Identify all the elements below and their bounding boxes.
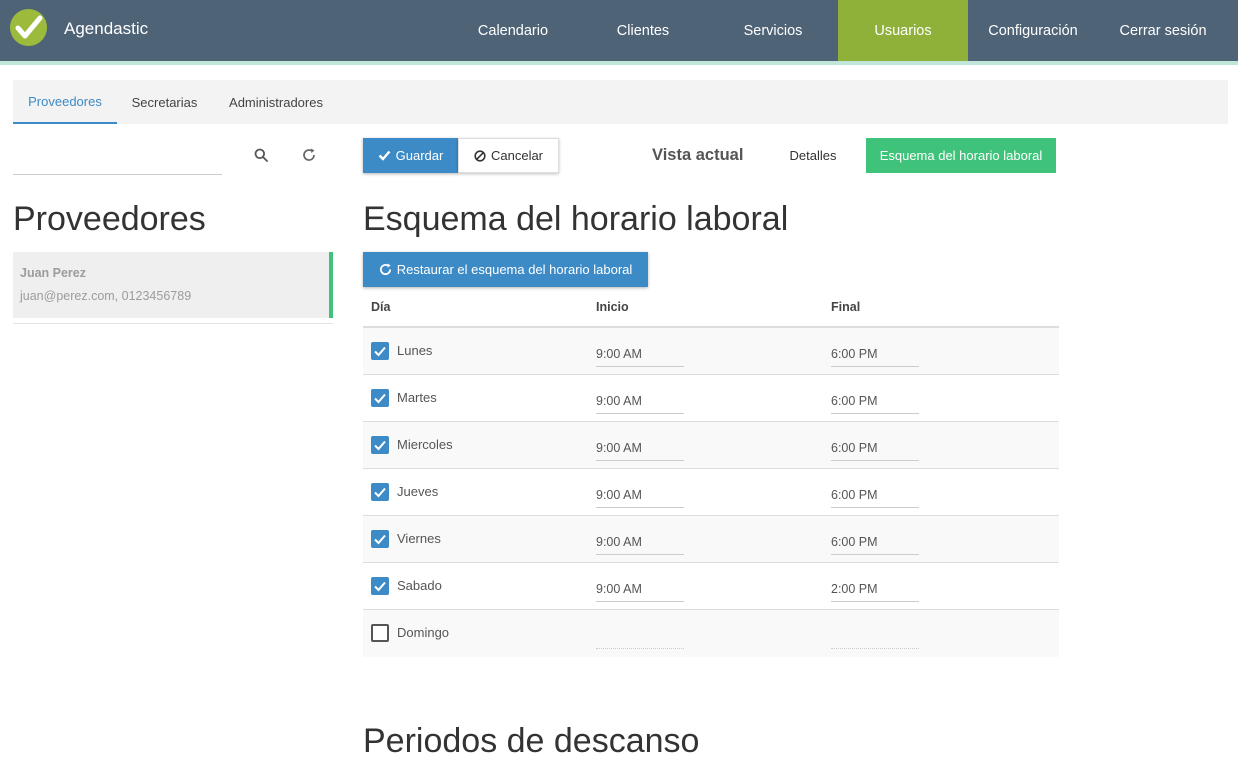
header-divider [0, 61, 1238, 65]
nav-cerrar-sesion[interactable]: Cerrar sesión [1098, 0, 1228, 61]
start-time-input[interactable]: 9:00 AM [596, 530, 684, 555]
tab-proveedores[interactable]: Proveedores [13, 80, 117, 124]
nav-configuracion[interactable]: Configuración [968, 0, 1098, 61]
day-checkbox[interactable] [371, 342, 389, 360]
current-view-label: Vista actual [652, 146, 744, 164]
search-icon[interactable] [251, 145, 271, 165]
column-header-end: Final [831, 300, 861, 314]
table-row: Lunes 9:00 AM 6:00 PM [363, 328, 1059, 375]
start-time-input[interactable]: 9:00 AM [596, 436, 684, 461]
start-time-input[interactable]: 9:00 AM [596, 577, 684, 602]
table-row: Jueves 9:00 AM 6:00 PM [363, 469, 1059, 516]
day-checkbox[interactable] [371, 389, 389, 407]
table-row: Martes 9:00 AM 6:00 PM [363, 375, 1059, 422]
day-label: Domingo [397, 625, 450, 640]
table-row: Sabado 9:00 AM 2:00 PM [363, 563, 1059, 610]
reset-schedule-button[interactable]: Restaurar el esquema del horario laboral [363, 252, 648, 287]
end-time-input[interactable]: 6:00 PM [831, 389, 919, 414]
schedule-heading: Esquema del horario laboral [363, 200, 789, 238]
refresh-icon[interactable] [299, 145, 319, 165]
start-time-input[interactable]: 9:00 AM [596, 389, 684, 414]
end-time-input[interactable]: 6:00 PM [831, 342, 919, 367]
checkmark-logo-icon[interactable] [10, 9, 47, 46]
provider-search-input[interactable] [13, 135, 222, 175]
save-button-label: Guardar [395, 148, 444, 163]
provider-name: Juan Perez [20, 266, 87, 280]
schedule-view-button[interactable]: Esquema del horario laboral [866, 138, 1056, 173]
tab-secretarias[interactable]: Secretarias [117, 80, 212, 124]
end-time-input[interactable] [831, 624, 919, 649]
provider-contact: juan@perez.com, 0123456789 [20, 289, 192, 303]
day-label: Martes [397, 390, 437, 405]
cancel-button[interactable]: Cancelar [458, 138, 559, 173]
day-checkbox[interactable] [371, 530, 389, 548]
reset-schedule-label: Restaurar el esquema del horario laboral [396, 262, 633, 277]
ban-icon [474, 149, 486, 162]
start-time-input[interactable] [596, 624, 684, 649]
nav-clientes[interactable]: Clientes [578, 0, 708, 61]
day-checkbox[interactable] [371, 436, 389, 454]
refresh-icon [379, 263, 391, 276]
start-time-input[interactable]: 9:00 AM [596, 342, 684, 367]
end-time-input[interactable]: 6:00 PM [831, 436, 919, 461]
check-icon [378, 150, 391, 161]
brand-name[interactable]: Agendastic [64, 19, 148, 39]
day-label: Miercoles [397, 437, 453, 452]
details-view-button[interactable]: Detalles [782, 138, 844, 173]
table-row: Miercoles 9:00 AM 6:00 PM [363, 422, 1059, 469]
users-subtabs: Proveedores Secretarias Administradores [13, 80, 1228, 124]
list-divider [13, 323, 333, 324]
column-header-day: Día [371, 300, 391, 314]
end-time-input[interactable]: 2:00 PM [831, 577, 919, 602]
nav-calendario[interactable]: Calendario [448, 0, 578, 61]
end-time-input[interactable]: 6:00 PM [831, 483, 919, 508]
tab-administradores[interactable]: Administradores [212, 80, 340, 124]
nav-servicios[interactable]: Servicios [708, 0, 838, 61]
providers-heading: Proveedores [13, 200, 206, 238]
day-checkbox[interactable] [371, 624, 389, 642]
start-time-input[interactable]: 9:00 AM [596, 483, 684, 508]
day-label: Sabado [397, 578, 442, 593]
column-header-start: Inicio [596, 300, 629, 314]
end-time-input[interactable]: 6:00 PM [831, 530, 919, 555]
table-row: Viernes 9:00 AM 6:00 PM [363, 516, 1059, 563]
provider-list-item[interactable]: Juan Perez juan@perez.com, 0123456789 [13, 252, 333, 318]
table-row: Domingo [363, 610, 1059, 657]
day-label: Viernes [397, 531, 441, 546]
day-checkbox[interactable] [371, 483, 389, 501]
cancel-button-label: Cancelar [490, 148, 544, 163]
day-label: Jueves [397, 484, 439, 499]
day-label: Lunes [397, 343, 433, 358]
nav-usuarios[interactable]: Usuarios [838, 0, 968, 61]
top-navbar: Agendastic Calendario Clientes Servicios… [0, 0, 1238, 61]
day-checkbox[interactable] [371, 577, 389, 595]
save-button[interactable]: Guardar [363, 138, 458, 173]
breaks-heading: Periodos de descanso [363, 722, 700, 760]
